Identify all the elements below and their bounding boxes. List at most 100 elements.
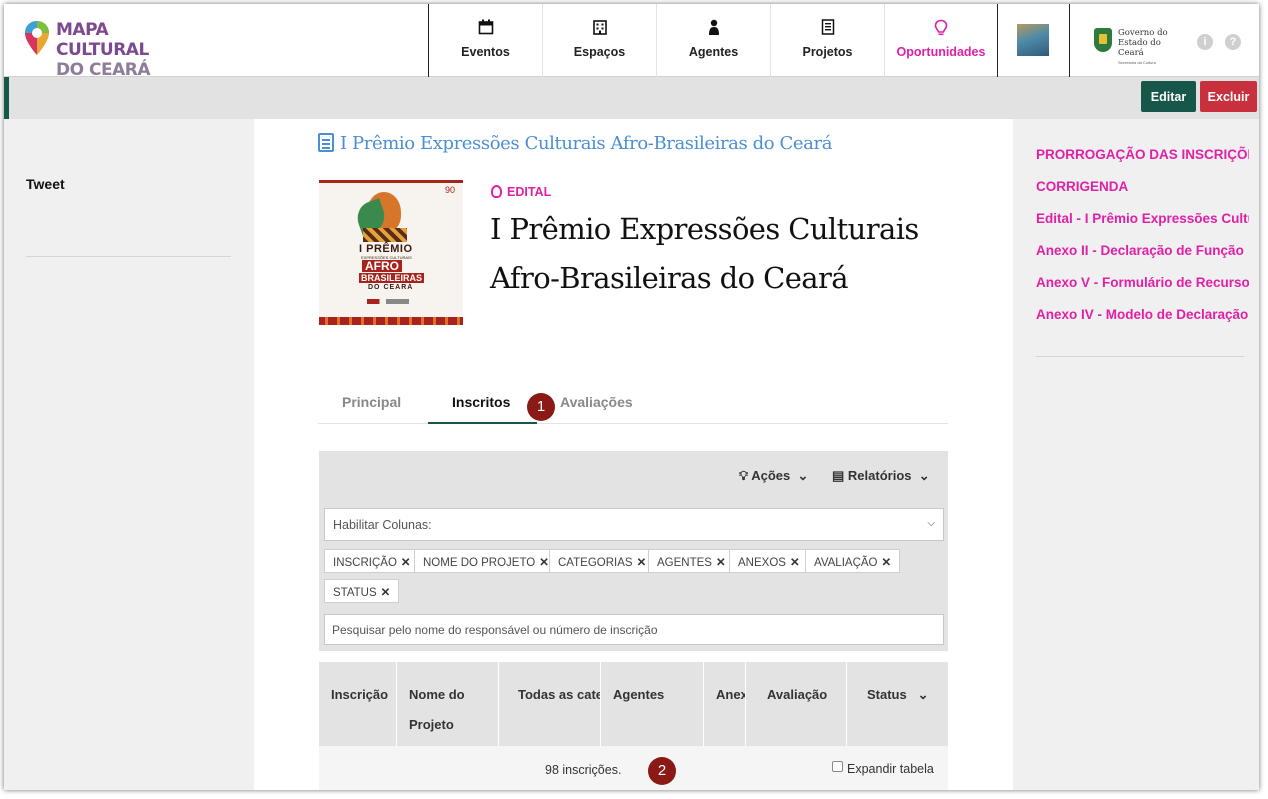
lightbulb-icon: 💡︎ (739, 468, 749, 483)
delete-button[interactable]: Excluir (1200, 81, 1257, 112)
left-sidebar: Tweet (4, 119, 254, 790)
reports-label: Relatórios (847, 468, 912, 483)
tweet-button[interactable]: Tweet (26, 176, 65, 192)
gov-line1: Governo do (1118, 28, 1168, 38)
chevron-down-icon: ⌄ (793, 468, 809, 483)
download-link[interactable]: CORRIGENDA (1036, 171, 1249, 203)
avatar[interactable] (1017, 24, 1049, 56)
remove-icon[interactable]: ✕ (539, 557, 549, 569)
person-icon (657, 19, 770, 39)
breadcrumb-label: I Prêmio Expressões Culturais Afro-Brasi… (340, 133, 833, 154)
column-chip-categorias[interactable]: CATEGORIAS ✕ (549, 549, 656, 573)
nav-oportunidades[interactable]: Oportunidades (885, 4, 998, 77)
tab-avaliacoes[interactable]: Avaliações (560, 394, 633, 410)
map-pin-logo-icon (25, 21, 49, 55)
chevron-down-icon: ⌄ (915, 468, 930, 483)
help-icon[interactable]: ? (1225, 34, 1241, 50)
remove-icon[interactable]: ✕ (882, 557, 892, 569)
column-header-nome[interactable]: Nome do Projeto (397, 662, 499, 746)
expand-label: Expandir tabela (847, 762, 934, 776)
download-link[interactable]: Edital - I Prêmio Expressões Culturais (1036, 203, 1249, 235)
tab-inscritos[interactable]: Inscritos (452, 394, 510, 410)
column-header-agentes[interactable]: Agentes (601, 662, 704, 746)
remove-icon[interactable]: ✕ (637, 557, 647, 569)
gov-line2: Estado do Ceará (1118, 38, 1161, 58)
column-header-inscricao[interactable]: Inscrição (319, 662, 397, 746)
registrations-count: 98 inscrições. (545, 763, 622, 777)
chip-label: INSCRIÇÃO (333, 557, 397, 569)
column-chip-nome[interactable]: NOME DO PROJETO ✕ (414, 549, 558, 573)
main-nav: Eventos Espaços Agentes Projetos Oportun… (428, 4, 998, 77)
remove-icon[interactable]: ✕ (381, 587, 391, 599)
poster-line1: I PRÊMIO (359, 243, 413, 255)
remove-icon[interactable]: ✕ (401, 557, 411, 569)
download-link[interactable]: Anexo IV - Modelo de Declaração (1036, 299, 1249, 331)
remove-icon[interactable]: ✕ (716, 557, 726, 569)
chip-label: STATUS (333, 587, 377, 599)
chip-label: AVALIAÇÃO (814, 557, 878, 569)
nav-eventos[interactable]: Eventos (429, 4, 543, 77)
column-header-categorias[interactable]: Todas as categorias (499, 662, 601, 746)
poster-band (319, 180, 463, 183)
column-header-anexos[interactable]: Anexos (704, 662, 746, 746)
lightbulb-icon (491, 185, 502, 198)
document-icon (318, 133, 334, 152)
site-header: MAPA CULTURAL DO CEARÁ Eventos Espaços A… (4, 4, 1259, 80)
nav-projetos[interactable]: Projetos (771, 4, 885, 77)
document-icon: ▤ (832, 468, 845, 483)
status-header-label: Status (867, 687, 907, 702)
column-header-status[interactable]: Status ⌄ (847, 662, 948, 746)
government-logo: Governo do Estado do Ceará Secretaria da… (1094, 28, 1189, 65)
type-label-text: EDITAL (507, 185, 552, 199)
column-header-avaliacao[interactable]: Avaliação (746, 662, 847, 746)
search-input[interactable] (324, 614, 944, 645)
info-icon[interactable]: i (1197, 34, 1213, 50)
opportunity-type-label: EDITAL (491, 185, 551, 199)
actions-dropdown[interactable]: 💡︎ Ações ⌄ (739, 468, 808, 484)
column-chip-agentes[interactable]: AGENTES ✕ (648, 549, 735, 573)
ceara-crest-icon (1094, 28, 1112, 52)
page-title: I Prêmio Expressões Culturais Afro-Brasi… (490, 212, 919, 295)
actions-label: Ações (751, 468, 791, 483)
logo-line1: MAPA CULTURAL (56, 20, 149, 60)
logo-text: MAPA CULTURAL DO CEARÁ (56, 20, 174, 80)
nav-agentes[interactable]: Agentes (657, 4, 771, 77)
expand-table-toggle[interactable]: Expandir tabela (832, 761, 934, 776)
document-icon (771, 19, 884, 39)
poster-line4: BRASILEIRAS (359, 273, 425, 283)
active-tab-indicator (428, 422, 537, 424)
columns-select[interactable]: Habilitar Colunas: ⌵ (324, 508, 944, 541)
download-link[interactable]: PRORROGAÇÃO DAS INSCRIÇÕES (1036, 139, 1249, 171)
column-chip-status[interactable]: STATUS ✕ (324, 579, 400, 603)
chevron-down-icon: ⌵ (927, 518, 935, 529)
chip-label: CATEGORIAS (558, 557, 633, 569)
expand-checkbox[interactable] (832, 761, 843, 772)
download-link[interactable]: Anexo V - Formulário de Recurso (1036, 267, 1249, 299)
tab-principal[interactable]: Principal (342, 394, 401, 410)
user-menu[interactable] (998, 4, 1070, 77)
building-icon (543, 19, 656, 39)
remove-icon[interactable]: ✕ (790, 557, 800, 569)
edit-action-bar: Editar Excluir (4, 77, 1259, 119)
nav-agentes-label: Agentes (688, 45, 739, 59)
poster-line5: DO CEARÁ (368, 284, 414, 291)
download-link[interactable]: Anexo II - Declaração de Função (1036, 235, 1249, 267)
nav-espacos[interactable]: Espaços (543, 4, 657, 77)
poster-sponsor-logos (367, 299, 409, 304)
browser-frame: MAPA CULTURAL DO CEARÁ Eventos Espaços A… (4, 4, 1259, 790)
chip-label: ANEXOS (738, 557, 786, 569)
site-logo[interactable]: MAPA CULTURAL DO CEARÁ (24, 18, 174, 80)
poster-pattern (363, 228, 407, 242)
registrations-table-header: Inscrição Nome do Projeto Todas as categ… (319, 662, 948, 746)
annotation-marker-2: 2 (648, 757, 676, 785)
right-sidebar: PRORROGAÇÃO DAS INSCRIÇÕES CORRIGENDA Ed… (1013, 119, 1259, 790)
calendar-icon (429, 19, 542, 39)
column-chip-avaliacao[interactable]: AVALIAÇÃO ✕ (805, 549, 901, 573)
breadcrumb[interactable]: I Prêmio Expressões Culturais Afro-Brasi… (318, 133, 832, 154)
reports-dropdown[interactable]: ▤ Relatórios ⌄ (832, 468, 930, 484)
edit-button[interactable]: Editar (1141, 81, 1196, 112)
nav-eventos-label: Eventos (461, 45, 510, 59)
column-chip-anexos[interactable]: ANEXOS ✕ (729, 549, 809, 573)
divider (1036, 356, 1244, 357)
column-chip-inscricao[interactable]: INSCRIÇÃO ✕ (324, 549, 420, 573)
